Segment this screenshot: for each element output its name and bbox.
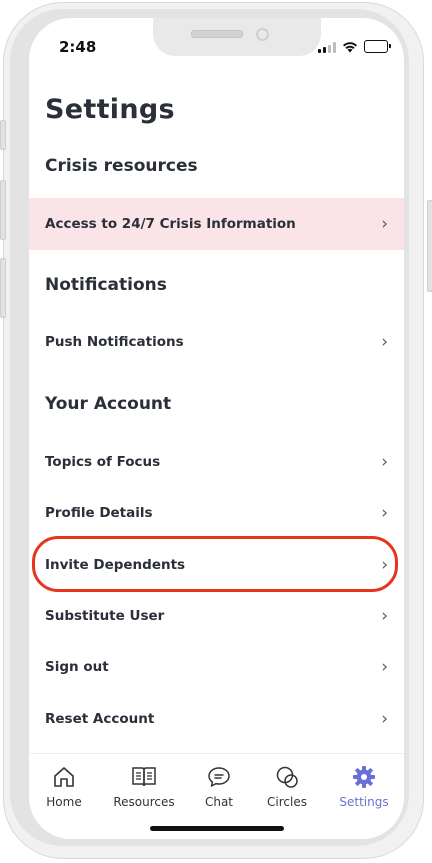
- row-topics-of-focus[interactable]: Topics of Focus ›: [29, 436, 404, 488]
- battery-icon: [364, 40, 391, 53]
- tab-settings[interactable]: Settings: [329, 764, 399, 809]
- screen: 2:48 Settings Crisis resources Access to…: [29, 18, 404, 839]
- row-crisis-information[interactable]: Access to 24/7 Crisis Information ›: [29, 198, 404, 250]
- page-title: Settings: [45, 94, 175, 125]
- chevron-right-icon: ›: [381, 503, 388, 523]
- volume-down-button: [0, 258, 6, 318]
- chevron-right-icon: ›: [381, 709, 388, 729]
- mute-switch: [0, 120, 6, 150]
- row-label: Access to 24/7 Crisis Information: [45, 216, 296, 232]
- tab-label: Circles: [267, 795, 307, 809]
- volume-up-button: [0, 180, 6, 240]
- chevron-right-icon: ›: [381, 606, 388, 626]
- wifi-icon: [343, 42, 357, 53]
- row-label: Substitute User: [45, 608, 165, 624]
- row-label: Push Notifications: [45, 334, 184, 350]
- home-icon: [54, 767, 74, 787]
- row-substitute-user[interactable]: Substitute User ›: [29, 590, 404, 642]
- chevron-right-icon: ›: [381, 214, 388, 234]
- front-camera: [256, 28, 269, 41]
- chevron-right-icon: ›: [381, 332, 388, 352]
- tab-resources[interactable]: Resources: [109, 764, 179, 809]
- status-icons: [318, 40, 391, 53]
- row-label: Sign out: [45, 659, 109, 675]
- circles-icon: [276, 766, 298, 788]
- chevron-right-icon: ›: [381, 452, 388, 472]
- section-title-your-account: Your Account: [45, 394, 172, 414]
- row-reset-account[interactable]: Reset Account ›: [29, 693, 404, 745]
- section-title-notifications: Notifications: [45, 275, 167, 295]
- row-label: Topics of Focus: [45, 454, 161, 470]
- tab-label: Settings: [339, 795, 389, 809]
- tab-circles[interactable]: Circles: [252, 764, 322, 809]
- row-push-notifications[interactable]: Push Notifications ›: [29, 316, 404, 368]
- row-label: Profile Details: [45, 505, 153, 521]
- signal-icon: [318, 42, 336, 53]
- book-icon: [132, 767, 156, 787]
- home-indicator[interactable]: [150, 826, 284, 831]
- speaker: [191, 30, 243, 38]
- gear-icon: [353, 766, 375, 788]
- chat-icon: [208, 767, 230, 787]
- tab-label: Chat: [204, 795, 234, 809]
- row-sign-out[interactable]: Sign out ›: [29, 641, 404, 693]
- tab-chat[interactable]: Chat: [184, 764, 254, 809]
- status-time: 2:48: [59, 38, 97, 56]
- section-title-crisis: Crisis resources: [45, 156, 198, 176]
- tab-label: Resources: [113, 795, 175, 809]
- tab-label: Home: [46, 795, 82, 809]
- row-label: Reset Account: [45, 711, 155, 727]
- tab-home[interactable]: Home: [29, 764, 99, 809]
- chevron-right-icon: ›: [381, 657, 388, 677]
- power-button: [427, 200, 432, 292]
- highlight-ring: [32, 536, 398, 592]
- row-profile-details[interactable]: Profile Details ›: [29, 487, 404, 539]
